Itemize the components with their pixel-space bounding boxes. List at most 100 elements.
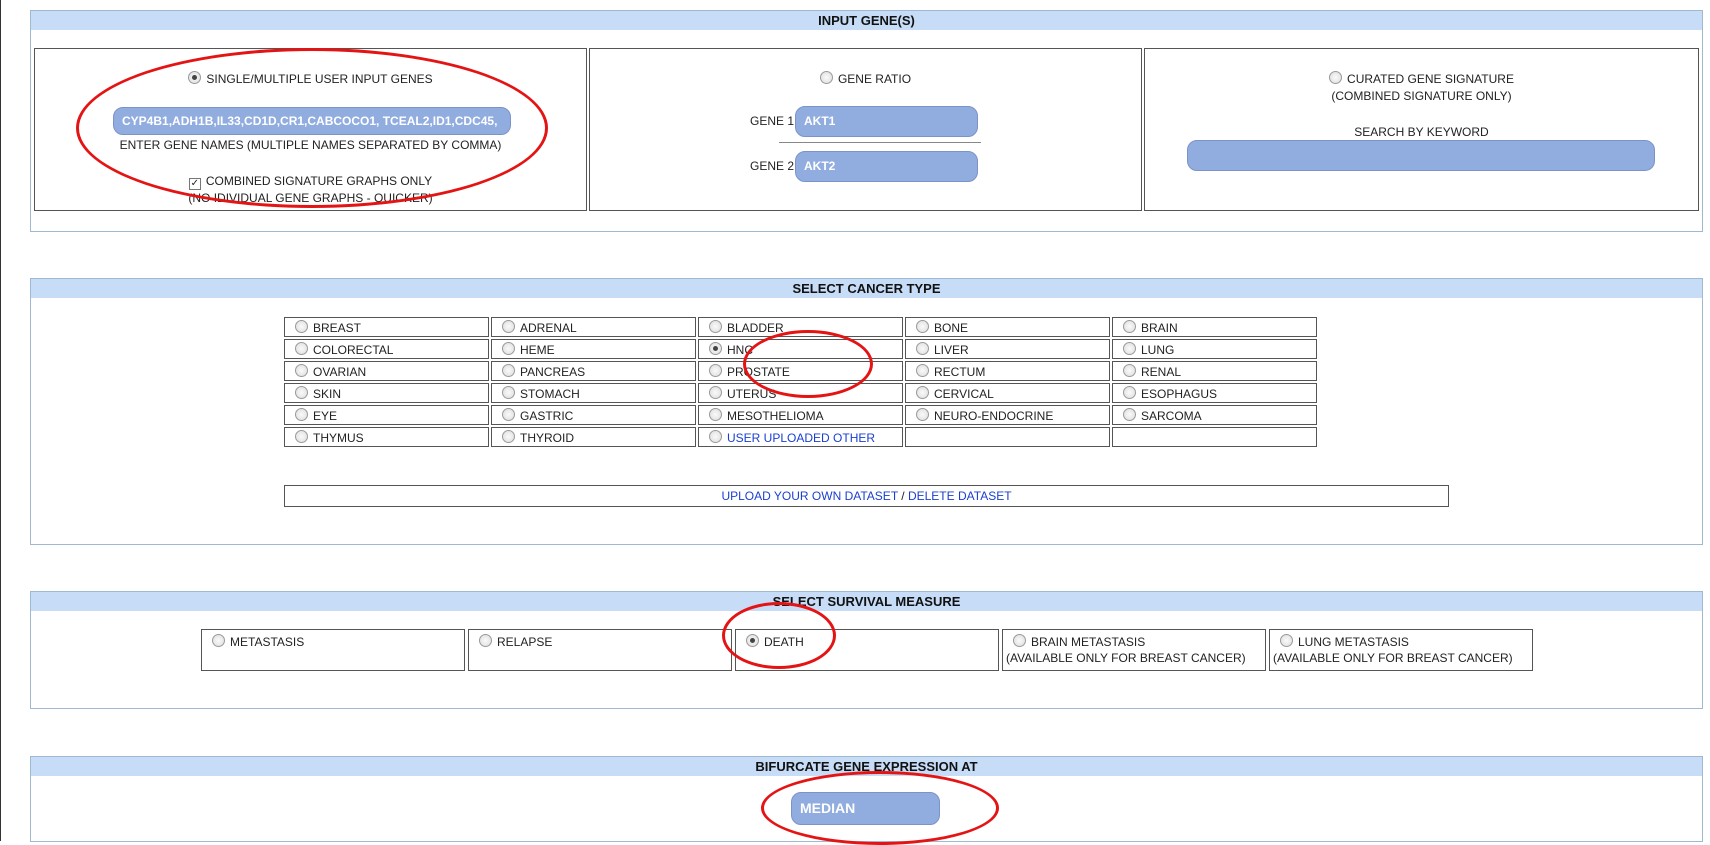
cancer-option-heme[interactable]: HEME [491, 339, 696, 359]
cancer-radio-gastric[interactable] [502, 407, 515, 421]
cancer-option-liver[interactable]: LIVER [905, 339, 1110, 359]
combined-signature-note: (NO IDIVIDUAL GENE GRAPHS - QUICKER) [188, 191, 433, 205]
cancer-radio-sarcoma[interactable] [1123, 407, 1136, 421]
cancer-radio-user-uploaded-other[interactable] [709, 429, 722, 443]
upload-dataset-link[interactable]: UPLOAD YOUR OWN DATASET [721, 489, 897, 503]
cancer-label-rectum: RECTUM [934, 364, 986, 379]
combined-signature-checkbox[interactable]: ✓ [188, 178, 201, 190]
gene1-label: GENE 1 [750, 114, 795, 128]
survival-radio-lung-metastasis[interactable] [1280, 634, 1293, 647]
cancer-radio-hnc[interactable] [709, 341, 722, 355]
single-genes-radio[interactable] [188, 71, 202, 84]
cancer-option-uterus[interactable]: UTERUS [698, 383, 903, 403]
cancer-radio-bone[interactable] [916, 319, 929, 333]
cancer-option-hnc[interactable]: HNC [698, 339, 903, 359]
gene-ratio-label: GENE RATIO [837, 72, 912, 86]
curated-signature-note: (COMBINED SIGNATURE ONLY) [1331, 89, 1512, 103]
cancer-option-pancreas[interactable]: PANCREAS [491, 361, 696, 381]
cancer-label-hnc: HNC [727, 342, 753, 357]
survival-radio-relapse[interactable] [479, 634, 492, 647]
survival-option-relapse[interactable]: RELAPSE [468, 629, 732, 671]
survival-radio-death[interactable] [746, 634, 759, 647]
cancer-label-colorectal: COLORECTAL [313, 342, 394, 357]
cancer-option-gastric[interactable]: GASTRIC [491, 405, 696, 425]
cancer-option-lung[interactable]: LUNG [1112, 339, 1317, 359]
gene2-value: AKT2 [804, 159, 836, 173]
cancer-radio-mesothelioma[interactable] [709, 407, 722, 421]
survival-option-lung-metastasis[interactable]: LUNG METASTASIS (AVAILABLE ONLY FOR BREAS… [1269, 629, 1533, 671]
cancer-radio-bladder[interactable] [709, 319, 722, 333]
survival-option-death[interactable]: DEATH [735, 629, 999, 671]
cancer-option-rectum[interactable]: RECTUM [905, 361, 1110, 381]
left-border [0, 0, 1, 841]
cancer-option-thymus[interactable]: THYMUS [284, 427, 489, 447]
survival-label-metastasis: METASTASIS [230, 635, 305, 649]
survival-option-metastasis[interactable]: METASTASIS [201, 629, 465, 671]
cancer-radio-thyroid[interactable] [502, 429, 515, 443]
cancer-option-renal[interactable]: RENAL [1112, 361, 1317, 381]
cancer-radio-liver[interactable] [916, 341, 929, 355]
cancer-radio-stomach[interactable] [502, 385, 515, 399]
gene-ratio-radio[interactable] [819, 71, 833, 84]
cancer-option-user-uploaded-other[interactable]: USER UPLOADED OTHER [698, 427, 903, 447]
gene-names-input[interactable]: CYP4B1,ADH1B,IL33,CD1D,CR1,CABCOCO1, TCE… [113, 107, 511, 135]
survival-radio-brain-metastasis[interactable] [1013, 634, 1026, 647]
cancer-option-neuro-endocrine[interactable]: NEURO-ENDOCRINE [905, 405, 1110, 425]
survival-radio-metastasis[interactable] [212, 634, 225, 647]
bifurcate-select[interactable]: MEDIAN [791, 792, 940, 825]
curated-signature-radio[interactable] [1329, 71, 1343, 84]
cancer-radio-adrenal[interactable] [502, 319, 515, 333]
link-separator: / [897, 489, 908, 503]
cancer-empty-cell [1112, 427, 1317, 447]
cancer-radio-rectum[interactable] [916, 363, 929, 377]
cancer-option-esophagus[interactable]: ESOPHAGUS [1112, 383, 1317, 403]
cancer-radio-neuro-endocrine[interactable] [916, 407, 929, 421]
cancer-option-breast[interactable]: BREAST [284, 317, 489, 337]
cancer-option-mesothelioma[interactable]: MESOTHELIOMA [698, 405, 903, 425]
cancer-radio-renal[interactable] [1123, 363, 1136, 377]
cancer-option-prostate[interactable]: PROSTATE [698, 361, 903, 381]
cancer-option-colorectal[interactable]: COLORECTAL [284, 339, 489, 359]
cancer-option-ovarian[interactable]: OVARIAN [284, 361, 489, 381]
gene1-input[interactable]: AKT1 [795, 106, 978, 137]
delete-dataset-link[interactable]: DELETE DATASET [908, 489, 1012, 503]
cancer-option-skin[interactable]: SKIN [284, 383, 489, 403]
cancer-label-liver: LIVER [934, 342, 969, 357]
cancer-radio-pancreas[interactable] [502, 363, 515, 377]
cancer-radio-esophagus[interactable] [1123, 385, 1136, 399]
cancer-radio-thymus[interactable] [295, 429, 308, 443]
search-keyword-input[interactable] [1187, 140, 1655, 171]
cancer-option-eye[interactable]: EYE [284, 405, 489, 425]
cancer-option-cervical[interactable]: CERVICAL [905, 383, 1110, 403]
cancer-option-adrenal[interactable]: ADRENAL [491, 317, 696, 337]
cancer-label-ovarian: OVARIAN [313, 364, 367, 379]
combined-signature-label: COMBINED SIGNATURE GRAPHS ONLY [205, 174, 433, 188]
cancer-radio-heme[interactable] [502, 341, 515, 355]
gene2-input[interactable]: AKT2 [795, 151, 978, 182]
survival-option-brain-metastasis[interactable]: BRAIN METASTASIS (AVAILABLE ONLY FOR BREA… [1002, 629, 1266, 671]
cancer-label-pancreas: PANCREAS [520, 364, 586, 379]
cancer-radio-cervical[interactable] [916, 385, 929, 399]
cancer-radio-lung[interactable] [1123, 341, 1136, 355]
cancer-option-brain[interactable]: BRAIN [1112, 317, 1317, 337]
cancer-label-skin: SKIN [313, 386, 342, 401]
cancer-label-bladder: BLADDER [727, 320, 784, 335]
cancer-radio-prostate[interactable] [709, 363, 722, 377]
cancer-radio-colorectal[interactable] [295, 341, 308, 355]
cancer-radio-eye[interactable] [295, 407, 308, 421]
survival-header: SELECT SURVIVAL MEASURE [31, 592, 1702, 611]
cancer-option-stomach[interactable]: STOMACH [491, 383, 696, 403]
cancer-label-thyroid: THYROID [520, 430, 574, 445]
cancer-label-eye: EYE [313, 408, 338, 423]
cancer-label-brain: BRAIN [1141, 320, 1178, 335]
cancer-radio-skin[interactable] [295, 385, 308, 399]
cancer-label-adrenal: ADRENAL [520, 320, 577, 335]
cancer-option-sarcoma[interactable]: SARCOMA [1112, 405, 1317, 425]
cancer-radio-uterus[interactable] [709, 385, 722, 399]
cancer-radio-brain[interactable] [1123, 319, 1136, 333]
cancer-radio-breast[interactable] [295, 319, 308, 333]
cancer-option-bone[interactable]: BONE [905, 317, 1110, 337]
cancer-option-bladder[interactable]: BLADDER [698, 317, 903, 337]
cancer-option-thyroid[interactable]: THYROID [491, 427, 696, 447]
cancer-radio-ovarian[interactable] [295, 363, 308, 377]
